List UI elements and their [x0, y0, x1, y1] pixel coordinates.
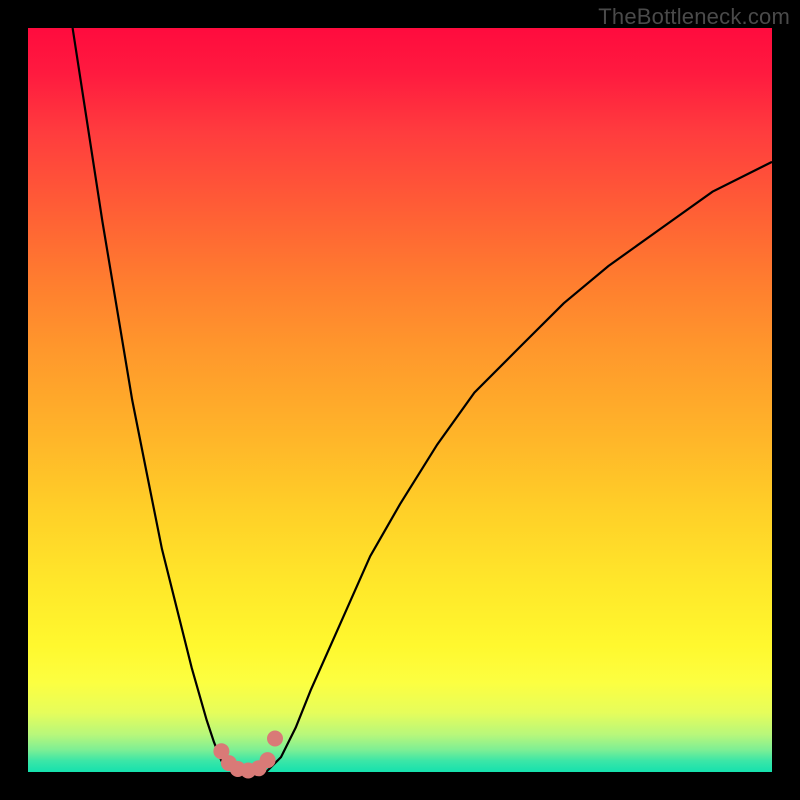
- right-curve-line: [266, 162, 772, 772]
- chart-svg: [28, 28, 772, 772]
- trough-dot: [260, 752, 276, 768]
- trough-dot: [267, 731, 283, 747]
- watermark-text: TheBottleneck.com: [598, 4, 790, 30]
- left-curve-line: [73, 28, 237, 772]
- chart-plot-area: [28, 28, 772, 772]
- trough-dots-group: [213, 731, 283, 779]
